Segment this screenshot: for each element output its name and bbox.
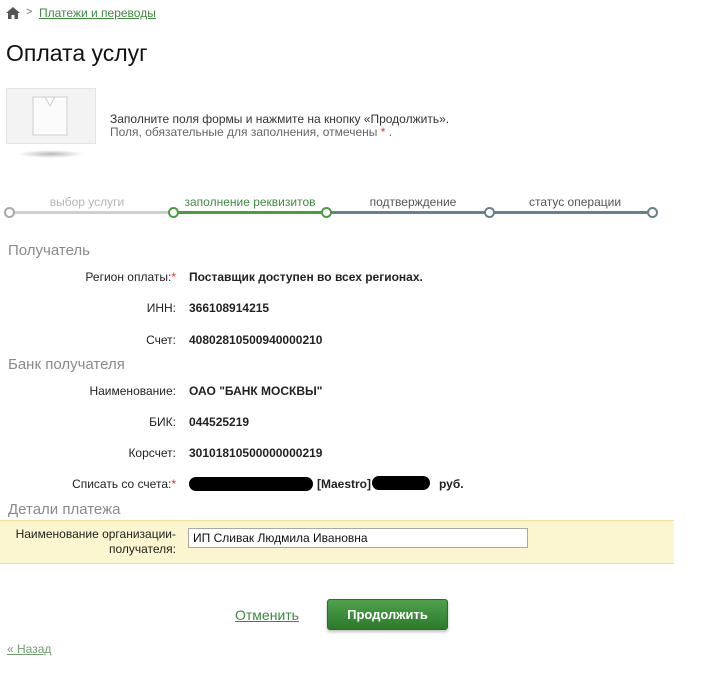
form-document-icon [6, 88, 96, 144]
info-required-suffix: . [388, 125, 393, 139]
step-fill-details: заполнение реквизитов [184, 195, 316, 209]
step-service-choice: выбор услуги [49, 195, 125, 209]
continue-button[interactable]: Продолжить [327, 599, 448, 630]
region-label: Регион оплаты:* [85, 270, 176, 284]
org-name-input[interactable] [188, 528, 528, 548]
progress-dot-1 [4, 207, 15, 218]
details-section-title: Детали платежа [8, 501, 121, 518]
breadcrumb-separator: > [26, 6, 33, 18]
bank-name-label: Наименование: [89, 384, 176, 398]
progress-track-done [9, 211, 173, 214]
page-title: Оплата услуг [6, 40, 148, 66]
back-link[interactable]: « Назад [7, 642, 51, 656]
debit-account-label-text: Списать со счета: [72, 477, 172, 491]
bik-label: БИК: [149, 415, 176, 429]
account-value: 40802810500940000210 [189, 333, 323, 347]
corr-account-value: 30101810500000000219 [189, 446, 323, 460]
document-shadow [18, 150, 84, 158]
org-name-label: Наименование организации- получателя: [6, 527, 176, 557]
bank-section-title: Банк получателя [8, 356, 125, 373]
redacted-balance [372, 476, 430, 490]
debit-card-type: [Maestro] [317, 477, 372, 491]
required-marker: * [380, 125, 386, 139]
required-marker: * [171, 270, 176, 284]
inn-value: 366108914215 [189, 301, 270, 315]
debit-account-label: Списать со счета:* [72, 477, 176, 491]
recipient-section-title: Получатель [8, 242, 90, 259]
org-name-label-line1: Наименование организации- [15, 527, 176, 541]
info-required-note: Поля, обязательные для заполнения, отмеч… [110, 125, 392, 139]
bik-value: 044525219 [189, 415, 250, 429]
inn-label: ИНН: [146, 301, 176, 315]
region-value: Поставщик доступен во всех регионах. [189, 270, 423, 284]
progress-track-active [173, 211, 326, 214]
step-operation-status: статус операции [528, 195, 622, 209]
required-marker: * [171, 477, 176, 491]
bank-name-value: ОАО "БАНК МОСКВЫ" [189, 384, 323, 398]
account-label: Счет: [146, 333, 176, 347]
corr-account-label: Корсчет: [128, 446, 176, 460]
home-icon[interactable] [6, 7, 20, 19]
info-required-text: Поля, обязательные для заполнения, отмеч… [110, 125, 378, 139]
redacted-account-number [189, 477, 313, 491]
info-instruction: Заполните поля формы и нажмите на кнопку… [110, 112, 450, 126]
region-label-text: Регион оплаты: [85, 270, 172, 284]
org-name-label-line2: получателя: [108, 542, 176, 556]
progress-dot-4 [484, 207, 495, 218]
step-confirmation: подтверждение [369, 195, 457, 209]
progress-dot-5 [647, 207, 658, 218]
cancel-link[interactable]: Отменить [235, 607, 299, 623]
debit-currency: руб. [439, 477, 464, 491]
breadcrumb-payments-link[interactable]: Платежи и переводы [39, 6, 156, 20]
progress-dot-3 [321, 207, 332, 218]
progress-dot-2 [168, 207, 179, 218]
